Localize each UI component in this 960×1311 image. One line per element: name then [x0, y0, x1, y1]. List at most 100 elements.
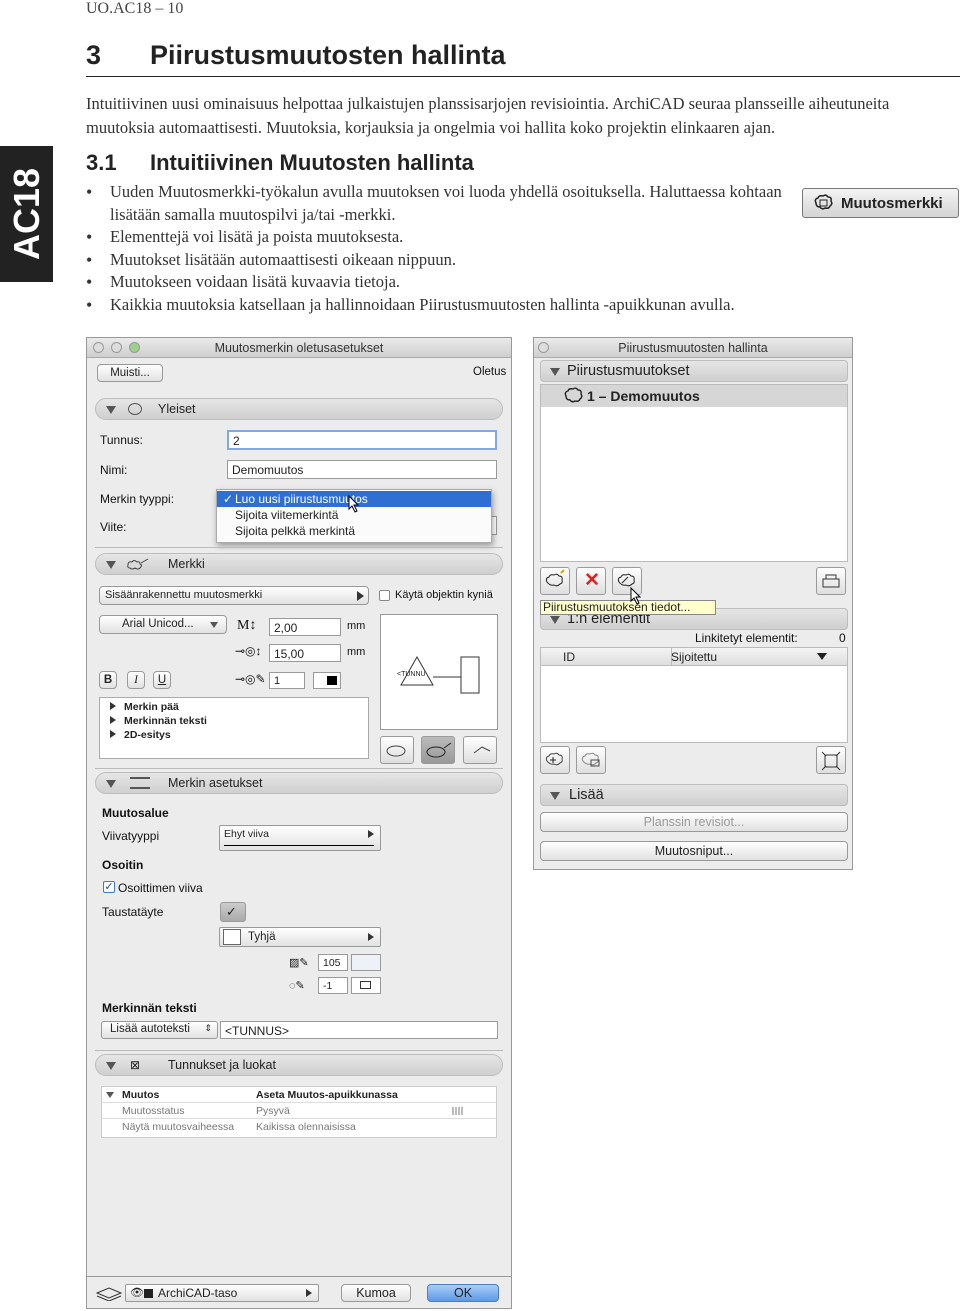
unit-label: mm — [347, 620, 366, 632]
background-pen-icon: ◌✎ — [289, 980, 305, 992]
list-item[interactable]: 1 – Demomuutos — [541, 385, 847, 407]
cloud-shape-button[interactable] — [380, 736, 414, 764]
layer-select[interactable]: 👁 ArchiCAD-taso — [125, 1284, 319, 1302]
text-height-icon: M↕ — [237, 618, 257, 633]
autotext-field[interactable]: <TUNNUS> — [220, 1021, 498, 1039]
marker-text-heading: Merkinnän teksti — [102, 1001, 197, 1015]
marker-source-value: Sisäänrakennettu muutosmerkki — [105, 589, 263, 601]
marker-only-button[interactable] — [463, 736, 497, 764]
new-cloud-icon — [545, 569, 565, 587]
pen-field[interactable]: 1 — [269, 672, 305, 689]
remove-element-icon — [581, 752, 600, 767]
printer-icon — [822, 574, 840, 588]
general-settings-icon — [128, 403, 142, 415]
collapse-triangle-icon — [106, 780, 116, 788]
marker-source-select[interactable]: Sisäänrakennettu muutosmerkki — [99, 586, 369, 605]
collapse-triangle-icon — [106, 406, 116, 414]
add-element-icon — [545, 752, 563, 766]
underline-button[interactable]: U — [153, 671, 171, 689]
name-field[interactable]: Demomuutos — [227, 460, 497, 479]
delete-change-button[interactable]: ✕ — [576, 567, 606, 595]
changes-section-header[interactable]: Piirustusmuutokset — [540, 360, 848, 382]
pattern-icon — [452, 1107, 464, 1115]
sort-arrow-icon — [817, 653, 827, 660]
change-info-tooltip: Piirustusmuutoksen tiedot... — [540, 600, 716, 615]
close-window-button[interactable] — [93, 342, 104, 353]
changes-list: 1 – Demomuutos — [540, 384, 848, 562]
table-row[interactable]: Muutos Aseta Muutos-apuikkunassa — [102, 1087, 496, 1103]
fill-pen-swatch[interactable] — [351, 954, 381, 971]
column-header-placed[interactable]: Sijoitettu — [671, 650, 717, 664]
bold-button[interactable]: B — [99, 671, 117, 689]
properties-table: Muutos Aseta Muutos-apuikkunassa Muutoss… — [101, 1086, 497, 1138]
cloud-with-marker-button[interactable] — [421, 736, 455, 764]
marker-preview: <TUNNU — [380, 614, 498, 730]
add-autotext-button[interactable]: Lisää autoteksti ⇕ — [101, 1021, 218, 1039]
marker-only-icon — [473, 746, 491, 754]
tree-item[interactable]: 2D-esitys — [110, 729, 171, 741]
background-pen-field[interactable]: -1 — [318, 977, 348, 994]
id-field[interactable]: 2 — [227, 430, 497, 450]
id-tag-icon: ⊠ — [130, 1058, 141, 1072]
size1-field[interactable]: 2,00 — [269, 618, 341, 636]
select-elements-button[interactable] — [816, 746, 846, 774]
side-tab: AC18 — [0, 146, 53, 282]
favorites-button[interactable]: Muisti... — [97, 364, 163, 382]
submenu-arrow-icon — [357, 591, 364, 601]
marker-settings-section-header[interactable]: Merkin asetukset — [95, 772, 503, 794]
stepper-icon: ⇕ — [204, 1023, 212, 1033]
size2-field[interactable]: 15,00 — [269, 644, 341, 662]
tree-item[interactable]: Merkinnän teksti — [110, 715, 207, 727]
print-button[interactable] — [816, 567, 846, 595]
drawing-changes-palette: Piirustusmuutosten hallinta Piirustusmuu… — [533, 337, 853, 870]
cancel-button[interactable]: Kumoa — [341, 1284, 411, 1302]
add-element-button[interactable] — [540, 746, 570, 774]
fill-select[interactable]: Tyhjä — [219, 927, 381, 947]
linked-elements-label: Linkitetyt elementit: — [695, 631, 798, 645]
fill-pen-field[interactable]: 105 — [318, 954, 348, 971]
general-section-title: Yleiset — [158, 402, 196, 416]
collapse-triangle-icon — [550, 792, 560, 800]
marker-size-icon: ⊸◎↕ — [235, 644, 262, 658]
fill-toggle-button[interactable]: ✓ — [220, 902, 246, 922]
ok-button[interactable]: OK — [427, 1284, 499, 1302]
tree-item[interactable]: Merkin pää — [110, 701, 179, 713]
background-pen-swatch[interactable] — [351, 977, 381, 994]
general-section-header[interactable]: Yleiset — [95, 398, 503, 420]
sheet-revisions-button[interactable]: Planssin revisiot... — [540, 812, 848, 832]
font-select[interactable]: Arial Unicod... — [99, 615, 227, 634]
pointer-line-checkbox[interactable]: ✓ — [103, 881, 115, 893]
dropdown-option[interactable]: Sijoita pelkkä merkintä — [217, 523, 491, 539]
preview-label: <TUNNU — [397, 671, 426, 678]
bullet-item: Uuden Muutosmerkki-työkalun avulla muuto… — [86, 181, 786, 226]
use-object-pens-checkbox[interactable] — [379, 590, 390, 601]
pointer-line-label: Osoittimen viiva — [118, 881, 203, 895]
table-row[interactable]: Muutosstatus Pysyvä — [102, 1103, 496, 1119]
table-header: ID Sijoitettu — [541, 648, 847, 666]
line-type-select[interactable]: Ehyt viiva — [219, 825, 381, 851]
remove-element-button[interactable] — [576, 746, 606, 774]
revision-marker-tool-button[interactable]: Muutosmerkki — [802, 188, 959, 218]
cloud-icon — [564, 387, 583, 403]
italic-button[interactable]: I — [127, 671, 145, 689]
delete-x-icon: ✕ — [584, 570, 600, 591]
bullet-item: Muutokset lisätään automaattisesti oikea… — [86, 249, 786, 272]
minimize-window-button[interactable] — [111, 342, 122, 353]
change-schemes-button[interactable]: Muutosniput... — [540, 841, 848, 861]
pen-color-swatch[interactable] — [313, 672, 341, 689]
marker-section-header[interactable]: Merkki — [95, 553, 503, 575]
pointer-heading: Osoitin — [102, 858, 144, 872]
table-row[interactable]: Näytä muutosvaiheessa Kaikissa olennaisi… — [102, 1119, 496, 1135]
ids-categories-section-header[interactable]: ⊠ Tunnukset ja luokat — [95, 1054, 503, 1076]
more-section-header[interactable]: Lisää — [540, 784, 848, 806]
dialog-title: Muutosmerkin oletusasetukset — [214, 341, 384, 355]
zoom-window-button[interactable] — [129, 342, 140, 353]
marker-tree-list: Merkin pää Merkinnän teksti 2D-esitys — [99, 697, 369, 759]
table-cell: Muutosstatus — [122, 1105, 185, 1117]
close-palette-button[interactable] — [538, 342, 549, 353]
column-header-id[interactable]: ID — [563, 650, 575, 664]
new-change-button[interactable] — [540, 567, 570, 595]
cloud-marker-icon — [426, 742, 452, 758]
changes-section-title: Piirustusmuutokset — [567, 363, 690, 379]
elements-table: ID Sijoitettu — [540, 647, 848, 743]
